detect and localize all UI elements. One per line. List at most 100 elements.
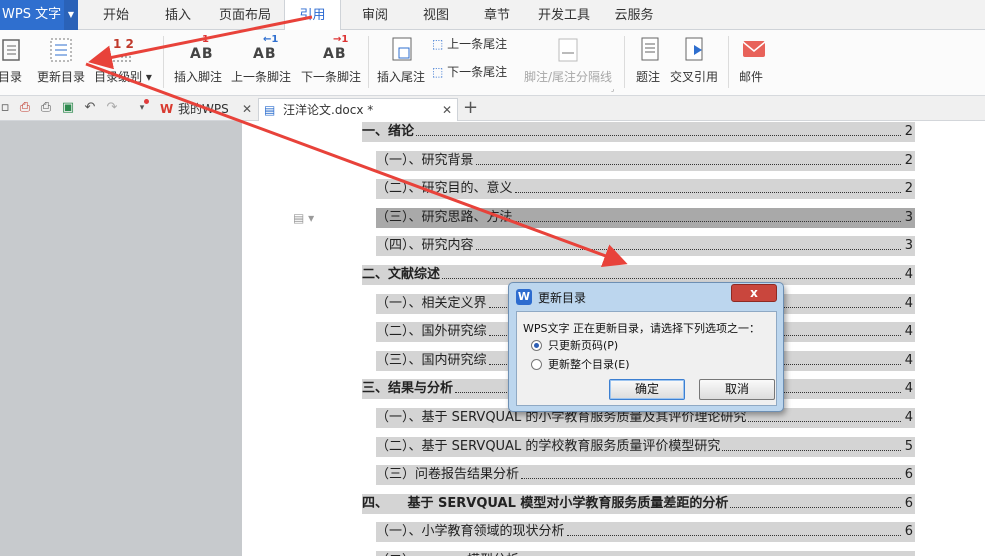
prev-endnote-label: 上一条尾注 (447, 37, 508, 51)
prev-footnote-button[interactable]: ←1 AB 上一条脚注 (229, 33, 293, 91)
toc-subheading-entry[interactable]: （二）、基于 SERVQUAL 的学校教育服务质量评价模型研究 5 (376, 437, 915, 457)
pdf-export-icon[interactable]: ⎙ (16, 99, 34, 117)
toc-entry-text: （一）、小学教育领域的现状分析 (376, 524, 565, 539)
tab-my-wps[interactable]: W 我的WPS ✕ (158, 98, 258, 121)
wps-logo-icon: W (160, 102, 174, 116)
dialog-body: WPS文字 正在更新目录，请选择下列选项之一： 只更新页码(P) 更新整个目录(… (516, 311, 777, 406)
tab-document[interactable]: ▤ 汪洋论文.docx * ✕ (258, 98, 458, 121)
tab-review[interactable]: 审阅 (355, 0, 395, 30)
toc-entry-text: （二）、国外研究综 (376, 324, 487, 339)
insert-footnote-button[interactable]: 1 AB 插入脚注 (171, 33, 225, 91)
undo-icon[interactable]: ↶ (81, 99, 99, 117)
document-icon: ▤ (264, 103, 276, 117)
next-footnote-label: 下一条脚注 (300, 70, 361, 84)
redo-icon[interactable]: ↷ (103, 99, 121, 117)
caption-button[interactable]: 题注 (630, 33, 666, 91)
ribbon: 目录 更新目录 1 2 目录级别 ▾ 1 AB 插入脚注 ←1 AB 上一条脚注… (0, 30, 985, 96)
cross-reference-label: 交叉引用 (669, 70, 718, 84)
tab-chapter[interactable]: 章节 (477, 0, 517, 30)
toc-icon (0, 35, 30, 65)
navigation-pane (0, 121, 242, 556)
print-preview-icon[interactable]: ▣ (59, 99, 77, 117)
ribbon-separator (163, 36, 164, 88)
toc-level-button[interactable]: 1 2 目录级别 ▾ (92, 33, 154, 91)
next-footnote-button[interactable]: →1 AB 下一条脚注 (299, 33, 363, 91)
cancel-button[interactable]: 取消 (699, 379, 775, 400)
toc-page-number: 3 (904, 238, 913, 253)
toc-entry-text: （一）、相关定义界 (376, 296, 487, 311)
toc-heading-entry[interactable]: 四、 基于 SERVQUAL 模型对小学教育服务质量差距的分析 6 (362, 494, 915, 514)
separator-line-button[interactable]: 脚注/尾注分隔线 (522, 33, 614, 91)
menu-bar: WPS 文字 ▼ 开始 插入 页面布局 引用 审阅 视图 章节 开发工具 云服务 (0, 0, 985, 31)
new-tab-icon[interactable]: + (463, 96, 478, 120)
toc-page-number: 4 (904, 353, 913, 368)
close-tab-icon[interactable]: ✕ (242, 98, 252, 120)
next-footnote-icon: →1 AB (323, 34, 349, 62)
save-icon[interactable]: ▫ (0, 99, 14, 117)
toc-label: 目录 (0, 70, 22, 84)
tab-references[interactable]: 引用 (284, 0, 341, 31)
toc-page-number: 2 (904, 153, 913, 168)
toc-leader-dots (515, 179, 901, 193)
tab-page-layout[interactable]: 页面布局 (215, 0, 275, 30)
option-update-entire-toc-label: 更新整个目录(E) (548, 358, 630, 371)
tab-developer[interactable]: 开发工具 (534, 0, 594, 30)
toc-subheading-entry[interactable]: （一）、研究背景 2 (376, 151, 915, 171)
update-toc-dialog: W 更新目录 x WPS文字 正在更新目录，请选择下列选项之一： 只更新页码(P… (508, 282, 784, 412)
radio-update-page-numbers[interactable] (531, 340, 542, 351)
dialog-titlebar[interactable]: W 更新目录 x (509, 283, 783, 311)
toc-subheading-entry[interactable]: （三）问卷报告结果分析 6 (376, 465, 915, 485)
toc-subheading-entry[interactable]: （二）、 模型分析 (376, 551, 915, 556)
mail-icon (734, 35, 774, 65)
toc-entry-text: 二、文献综述 (362, 267, 441, 282)
mail-button[interactable]: 邮件 (734, 33, 768, 91)
dialog-close-button[interactable]: x (731, 284, 777, 302)
insert-footnote-icon: 1 AB (190, 34, 214, 62)
dialog-title: 更新目录 (538, 291, 587, 305)
ribbon-separator (624, 36, 625, 88)
toc-button[interactable]: 目录 (0, 33, 30, 91)
ok-button[interactable]: 确定 (609, 379, 685, 400)
cross-reference-button[interactable]: 交叉引用 (667, 33, 721, 91)
next-endnote-label: 下一条尾注 (447, 65, 508, 79)
toc-heading-entry[interactable]: 一、绪论 2 (362, 122, 915, 142)
print-icon[interactable]: ⎙ (37, 99, 55, 117)
toc-page-number: 4 (904, 324, 913, 339)
toc-subheading-entry[interactable]: （四）、研究内容 3 (376, 236, 915, 256)
toc-subheading-entry[interactable]: （二）、研究目的、意义 2 (376, 179, 915, 199)
toc-leader-dots (416, 122, 901, 136)
toc-leader-dots (722, 437, 901, 451)
tab-view[interactable]: 视图 (416, 0, 456, 30)
toc-entry-text: （二）、 模型分析 (376, 551, 519, 556)
radio-update-entire-toc[interactable] (531, 359, 542, 370)
app-dropdown-icon[interactable]: ▼ (64, 0, 78, 30)
toc-page-number: 6 (904, 524, 913, 539)
toc-entry-text: （三）问卷报告结果分析 (376, 467, 520, 482)
insert-endnote-icon (381, 35, 421, 65)
toc-page-number: 4 (904, 381, 913, 396)
tab-insert[interactable]: 插入 (158, 0, 198, 30)
prev-endnote-button[interactable]: ⬚ 上一条尾注 (432, 34, 507, 54)
dialog-message: WPS文字 正在更新目录，请选择下列选项之一： (523, 322, 760, 335)
insert-endnote-button[interactable]: 插入尾注 (374, 33, 428, 91)
app-menu-button[interactable]: WPS 文字 ▼ (0, 0, 78, 30)
toc-entry-text: 四、 基于 SERVQUAL 模型对小学教育服务质量差距的分析 (362, 496, 729, 511)
toc-entry-text: （二）、基于 SERVQUAL 的学校教育服务质量评价模型研究 (376, 439, 721, 454)
toc-leader-dots (515, 208, 901, 222)
toc-subheading-entry[interactable]: （三）、研究思路、方法 3 (376, 208, 915, 228)
toc-leader-dots (442, 265, 901, 279)
paragraph-layout-icon[interactable]: ▤ ▾ (293, 211, 314, 225)
prev-footnote-label: 上一条脚注 (230, 70, 291, 84)
update-toc-icon (41, 35, 81, 65)
insert-endnote-label: 插入尾注 (376, 70, 425, 84)
toc-subheading-entry[interactable]: （一）、小学教育领域的现状分析 6 (376, 522, 915, 542)
tab-cloud[interactable]: 云服务 (609, 0, 659, 30)
dialog-launcher-icon[interactable]: ⌟ (611, 85, 614, 93)
toc-leader-dots (476, 151, 901, 165)
mail-label: 邮件 (738, 70, 763, 84)
next-endnote-button[interactable]: ⬚ 下一条尾注 (432, 62, 507, 82)
tab-home[interactable]: 开始 (96, 0, 136, 30)
update-toc-button[interactable]: 更新目录 (34, 33, 88, 91)
toc-leader-dots (567, 522, 901, 536)
close-tab-icon[interactable]: ✕ (442, 99, 452, 121)
